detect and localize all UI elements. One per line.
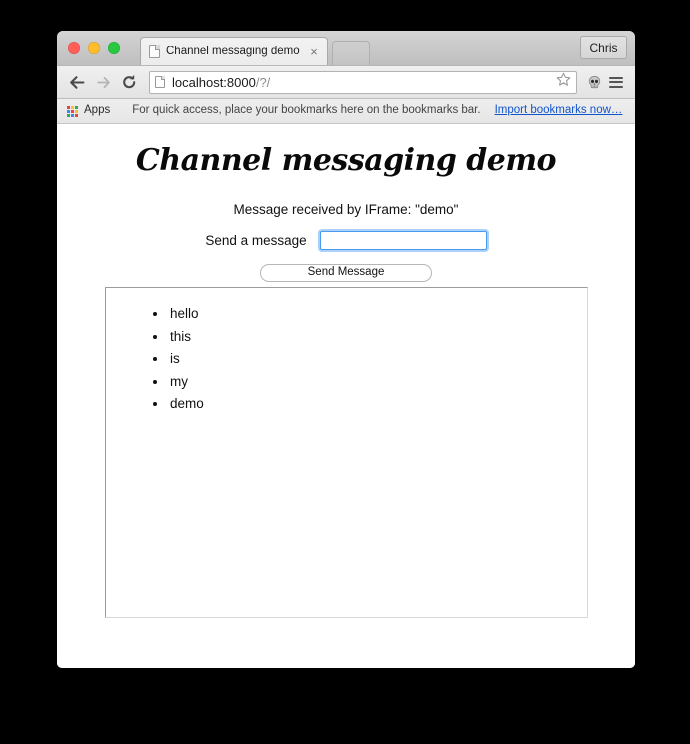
page-viewport: Channel messaging demo Message received …: [57, 124, 635, 668]
demo-iframe: hello this is my demo: [105, 287, 588, 618]
address-bar-url: localhost:8000/?/: [172, 76, 270, 89]
address-bar[interactable]: localhost:8000/?/: [149, 70, 577, 94]
send-message-label: Send a message: [205, 233, 307, 248]
window-controls: [68, 42, 120, 54]
page-title: Channel messaging demo: [135, 143, 557, 178]
menu-line: [609, 76, 623, 79]
import-bookmarks-link[interactable]: Import bookmarks now…: [495, 105, 623, 117]
close-tab-icon[interactable]: ×: [307, 45, 321, 59]
menu-line: [609, 81, 623, 83]
site-favicon-icon: [155, 76, 165, 88]
message-input[interactable]: [319, 231, 487, 250]
list-item: my: [168, 371, 587, 394]
browser-window: Channel messaging demo × Chris localhost…: [57, 31, 635, 668]
list-item: this: [168, 326, 587, 349]
tab-title: Channel messaging demo: [166, 45, 300, 57]
profile-button[interactable]: Chris: [580, 36, 627, 59]
apps-grid-icon[interactable]: [67, 105, 78, 117]
bookmarks-hint-text: For quick access, place your bookmarks h…: [132, 104, 481, 117]
send-message-button[interactable]: Send Message: [260, 263, 432, 282]
apps-button-label[interactable]: Apps: [84, 105, 110, 117]
received-message-text: Message received by IFrame: "demo": [233, 202, 459, 217]
bookmarks-bar: Apps For quick access, place your bookma…: [57, 99, 635, 124]
url-path: /?/: [255, 75, 271, 89]
url-host: localhost:8000: [172, 75, 256, 89]
star-icon[interactable]: [556, 72, 571, 92]
list-item: hello: [168, 303, 587, 326]
hamburger-menu-icon[interactable]: [605, 70, 627, 94]
send-button-container: Send Message: [57, 262, 635, 282]
page-favicon-icon: [149, 45, 160, 58]
minimize-window-button[interactable]: [88, 42, 100, 54]
browser-toolbar: localhost:8000/?/: [57, 65, 635, 99]
tab-strip: Channel messaging demo × Chris: [57, 31, 635, 65]
send-message-form: Send a message: [57, 231, 635, 250]
list-item: demo: [168, 393, 587, 416]
list-item: is: [168, 348, 587, 371]
new-tab-button[interactable]: [332, 41, 370, 65]
menu-line: [609, 85, 623, 88]
skull-icon[interactable]: [583, 70, 605, 94]
tab-channel-messaging-demo[interactable]: Channel messaging demo ×: [140, 37, 328, 65]
back-arrow-icon[interactable]: [65, 70, 89, 94]
maximize-window-button[interactable]: [108, 42, 120, 54]
close-window-button[interactable]: [68, 42, 80, 54]
reload-icon[interactable]: [117, 70, 141, 94]
message-list: hello this is my demo: [106, 288, 587, 416]
forward-arrow-icon[interactable]: [91, 70, 115, 94]
